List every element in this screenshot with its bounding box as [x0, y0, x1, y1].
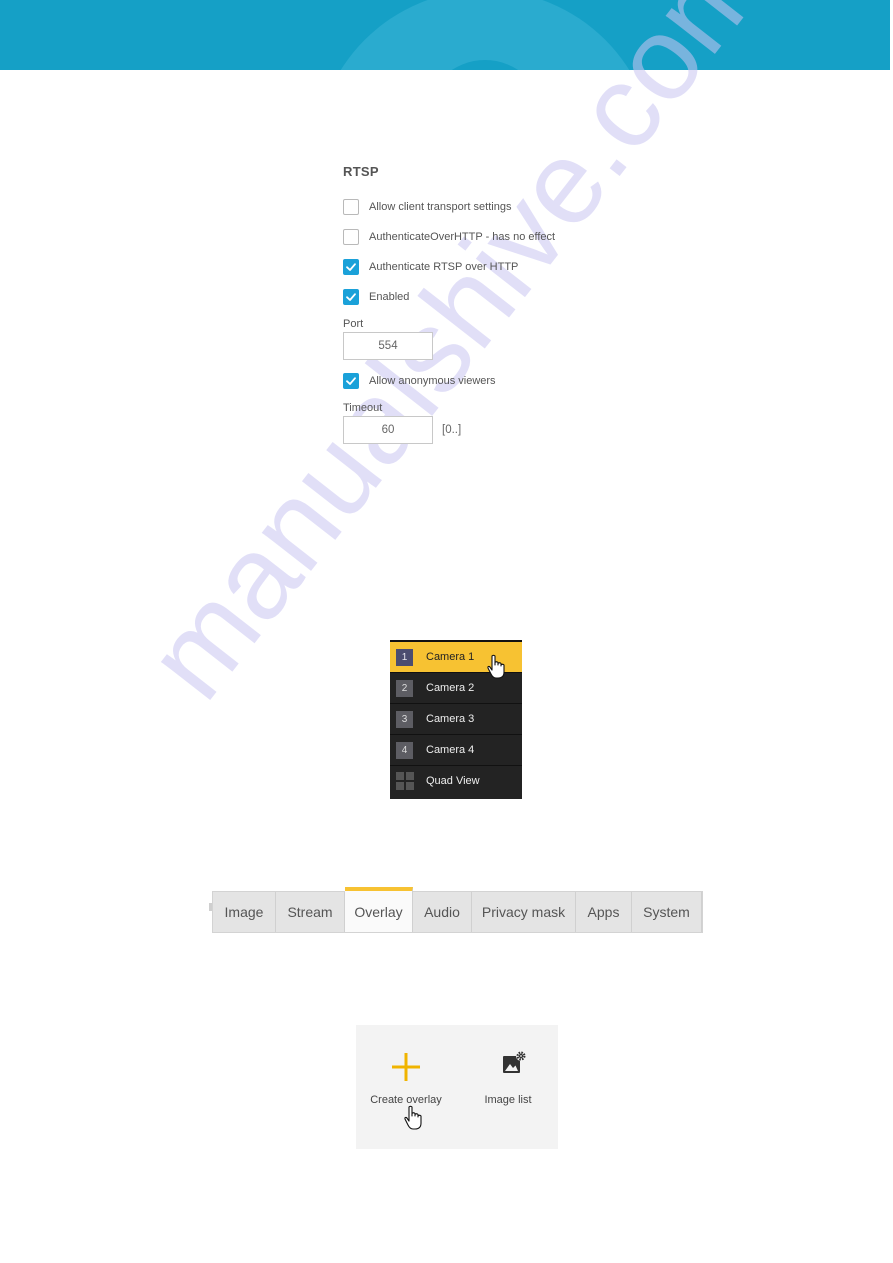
authenticate-over-http-checkbox[interactable] — [343, 229, 359, 245]
allow-client-transport-checkbox[interactable] — [343, 199, 359, 215]
port-input[interactable]: 554 — [343, 332, 433, 360]
timeout-input[interactable]: 60 — [343, 416, 433, 444]
tab-audio[interactable]: Audio — [413, 892, 472, 932]
camera-menu-item-3[interactable]: 3 Camera 3 — [390, 704, 522, 735]
rtsp-title: RTSP — [343, 164, 379, 179]
camera-menu-item-4[interactable]: 4 Camera 4 — [390, 735, 522, 766]
tab-overlay[interactable]: Overlay — [345, 887, 413, 932]
port-label: Port — [343, 318, 364, 330]
rtsp-settings-section: RTSP Allow client transport settings Aut… — [343, 164, 643, 444]
camera-number-badge: 1 — [396, 648, 413, 666]
allow-anonymous-viewers-row[interactable]: Allow anonymous viewers — [343, 366, 643, 396]
quad-view-label: Quad View — [426, 775, 480, 787]
checkbox-label: Allow client transport settings — [369, 201, 512, 213]
timeout-range-hint: [0..] — [442, 424, 462, 436]
overlay-actions-panel: Create overlay Image list — [356, 1025, 558, 1149]
camera-number-badge: 4 — [396, 741, 413, 759]
authenticate-rtsp-over-http-row[interactable]: Authenticate RTSP over HTTP — [343, 252, 643, 282]
authenticate-rtsp-over-http-checkbox[interactable] — [343, 259, 359, 275]
checkmark-icon — [346, 293, 356, 301]
checkmark-icon — [346, 263, 356, 271]
image-list-button[interactable]: Image list — [458, 1025, 558, 1149]
authenticate-over-http-row[interactable]: AuthenticateOverHTTP - has no effect — [343, 222, 643, 252]
allow-anonymous-viewers-checkbox[interactable] — [343, 373, 359, 389]
camera-menu-item-2[interactable]: 2 Camera 2 — [390, 673, 522, 704]
settings-tab-bar: Image Stream Overlay Audio Privacy mask … — [212, 887, 703, 933]
timeout-label: Timeout — [343, 402, 383, 414]
enabled-checkbox[interactable] — [343, 289, 359, 305]
camera-select-menu: 1 Camera 1 2 Camera 2 3 Camera 3 4 Camer… — [390, 640, 522, 799]
checkmark-icon — [346, 377, 356, 385]
checkbox-label: AuthenticateOverHTTP - has no effect — [369, 231, 556, 243]
checkbox-label: Authenticate RTSP over HTTP — [369, 261, 519, 273]
image-settings-icon — [503, 1051, 526, 1073]
camera-number-badge: 2 — [396, 679, 413, 697]
tab-privacy-mask[interactable]: Privacy mask — [472, 892, 576, 932]
enabled-row[interactable]: Enabled — [343, 282, 643, 312]
checkbox-label: Allow anonymous viewers — [369, 375, 496, 387]
tab-image[interactable]: Image — [213, 892, 276, 932]
camera-label: Camera 2 — [426, 682, 475, 694]
camera-label: Camera 1 — [426, 651, 475, 663]
quad-view-icon — [396, 772, 414, 790]
create-overlay-button[interactable]: Create overlay — [356, 1025, 456, 1149]
tab-apps[interactable]: Apps — [576, 892, 632, 932]
checkbox-label: Enabled — [369, 291, 410, 303]
page-header-banner — [0, 0, 893, 70]
camera-number-badge: 3 — [396, 710, 413, 728]
camera-menu-item-1[interactable]: 1 Camera 1 — [390, 642, 522, 679]
plus-icon — [392, 1053, 420, 1081]
tab-stream[interactable]: Stream — [276, 892, 345, 932]
camera-menu-item-quad-view[interactable]: Quad View — [390, 766, 522, 796]
camera-label: Camera 4 — [426, 744, 475, 756]
allow-client-transport-row[interactable]: Allow client transport settings — [343, 192, 643, 222]
camera-label: Camera 3 — [426, 713, 475, 725]
tab-system[interactable]: System — [632, 892, 702, 932]
image-list-label: Image list — [484, 1094, 532, 1106]
hand-pointer-cursor-icon — [404, 1105, 422, 1130]
